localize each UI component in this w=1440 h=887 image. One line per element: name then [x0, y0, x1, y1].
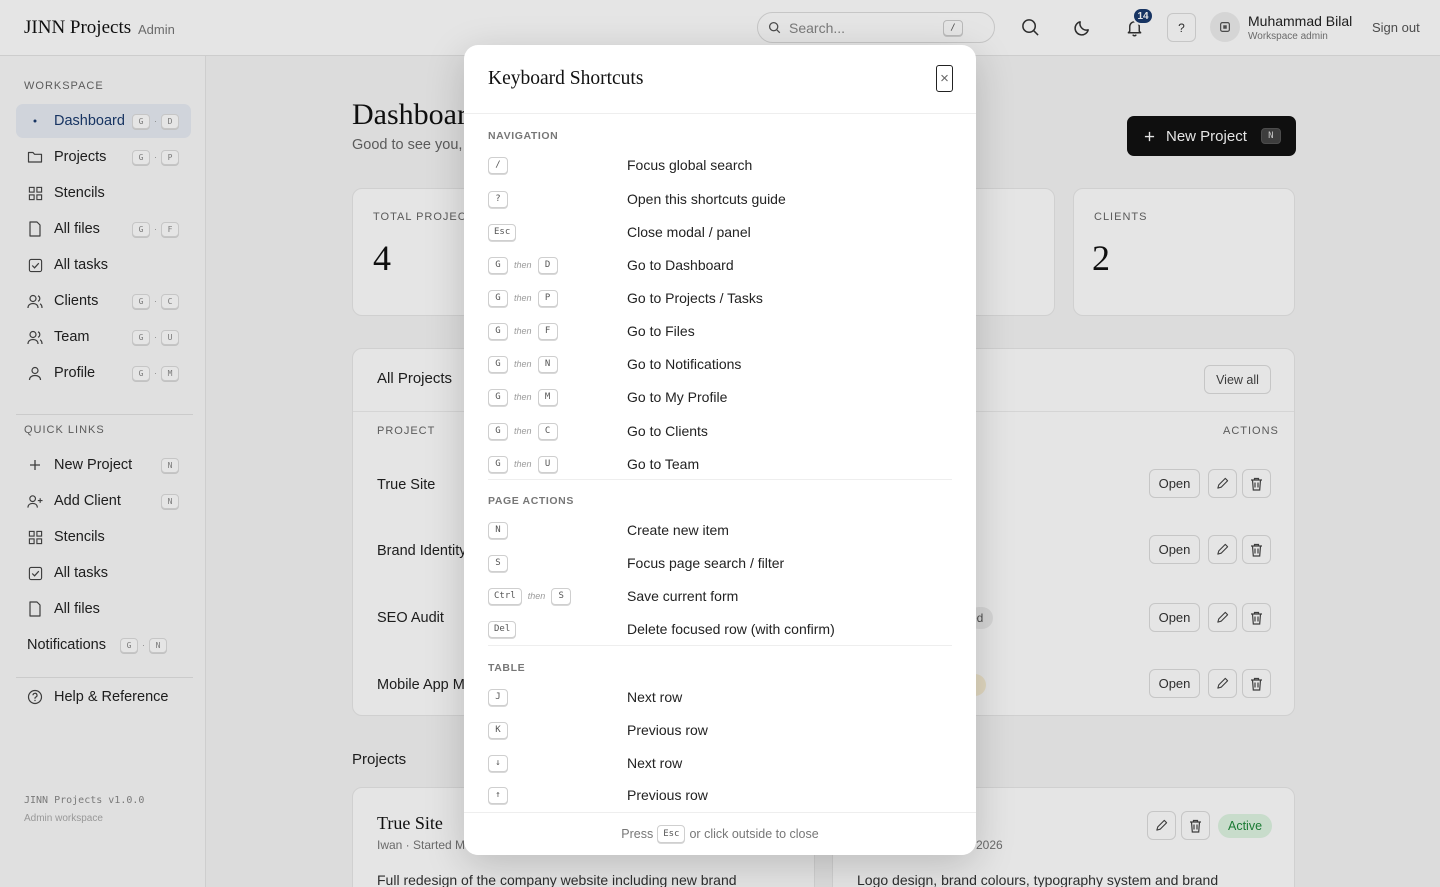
shortcut-row: / Focus global search — [488, 153, 952, 177]
section-divider — [488, 479, 952, 480]
modal-divider — [464, 113, 976, 114]
shortcut-description: Next row — [627, 689, 683, 705]
shortcut-key: ↑ — [488, 786, 508, 804]
shortcut-description: Focus page search / filter — [627, 555, 785, 571]
shortcut-row: Gthen D Go to Dashboard — [488, 253, 952, 277]
shortcut-row: N Create new item — [488, 518, 952, 542]
shortcut-key: N — [537, 355, 558, 373]
then-label: then — [514, 326, 532, 336]
shortcut-description: Go to Team — [627, 456, 700, 472]
shortcut-description: Go to Notifications — [627, 356, 742, 372]
shortcut-key: S — [488, 554, 508, 572]
then-label: then — [514, 459, 532, 469]
footer-text: or click outside to close — [689, 827, 819, 841]
shortcut-description: Go to Dashboard — [627, 257, 734, 273]
shortcut-row: Ctrl then S Save current form — [488, 584, 952, 608]
shortcut-key: Esc — [657, 825, 686, 843]
shortcut-row: ↑ Previous row — [488, 783, 952, 807]
shortcut-key: Del — [488, 620, 517, 638]
shortcut-key: G — [488, 256, 508, 274]
then-label: then — [514, 426, 532, 436]
shortcut-key: ↓ — [488, 754, 508, 772]
shortcut-key: G — [488, 322, 508, 340]
shortcut-key: G — [488, 455, 508, 473]
close-icon[interactable]: × — [936, 65, 953, 92]
shortcut-key: ? — [488, 190, 508, 208]
shortcut-key: Esc — [488, 223, 517, 241]
keyboard-shortcuts-modal: Keyboard Shortcuts × NAVIGATION / Focus … — [464, 45, 976, 855]
shortcut-row: Esc Close modal / panel — [488, 220, 952, 244]
shortcut-description: Go to My Profile — [627, 389, 728, 405]
shortcut-description: Go to Clients — [627, 423, 708, 439]
footer-text: Press — [621, 827, 654, 841]
shortcut-key: G — [488, 388, 508, 406]
shortcut-key: Ctrl — [488, 587, 522, 605]
shortcut-description: Open this shortcuts guide — [627, 191, 786, 207]
shortcut-row: S Focus page search / filter — [488, 551, 952, 575]
shortcut-key: S — [551, 587, 572, 605]
shortcut-description: Delete focused row (with confirm) — [627, 621, 835, 637]
then-label: then — [514, 293, 532, 303]
shortcut-key: F — [537, 322, 558, 340]
shortcut-description: Previous row — [627, 722, 708, 738]
shortcut-row: Gthen M Go to My Profile — [488, 385, 952, 409]
shortcut-description: Save current form — [627, 588, 739, 604]
shortcut-key: G — [488, 355, 508, 373]
shortcut-description: Go to Files — [627, 323, 695, 339]
shortcut-key: U — [537, 455, 558, 473]
shortcut-key: G — [488, 289, 508, 307]
shortcut-row: Gthen F Go to Files — [488, 319, 952, 343]
shortcut-description: Previous row — [627, 787, 708, 803]
shortcut-row: Gthen P Go to Projects / Tasks — [488, 286, 952, 310]
shortcut-row: Del Delete focused row (with confirm) — [488, 617, 952, 641]
shortcut-description: Create new item — [627, 522, 729, 538]
shortcut-description: Next row — [627, 755, 683, 771]
modal-title: Keyboard Shortcuts — [488, 68, 644, 89]
shortcut-row: Gthen U Go to Team — [488, 452, 952, 476]
shortcut-row: Gthen C Go to Clients — [488, 419, 952, 443]
section-label: NAVIGATION — [488, 130, 559, 142]
shortcut-key: N — [488, 521, 508, 539]
shortcut-key: M — [537, 388, 558, 406]
shortcut-key: P — [537, 289, 558, 307]
shortcut-key: K — [488, 721, 508, 739]
shortcut-row: K Previous row — [488, 718, 952, 742]
then-label: then — [514, 260, 532, 270]
shortcut-key: / — [488, 156, 508, 174]
shortcut-row: ↓ Next row — [488, 751, 952, 775]
shortcut-row: Gthen N Go to Notifications — [488, 352, 952, 376]
shortcut-description: Focus global search — [627, 157, 753, 173]
shortcut-key: G — [488, 422, 508, 440]
shortcut-key: D — [537, 256, 558, 274]
section-label: TABLE — [488, 662, 526, 674]
then-label: then — [514, 392, 532, 402]
then-label: then — [527, 591, 546, 601]
section-label: PAGE ACTIONS — [488, 495, 574, 507]
shortcut-row: J Next row — [488, 685, 952, 709]
section-divider — [488, 645, 952, 646]
shortcut-key: C — [537, 422, 558, 440]
shortcut-description: Go to Projects / Tasks — [627, 290, 763, 306]
shortcut-description: Close modal / panel — [627, 224, 751, 240]
shortcut-row: ? Open this shortcuts guide — [488, 187, 952, 211]
shortcut-key: J — [488, 688, 508, 706]
then-label: then — [514, 359, 532, 369]
modal-footer: Press Esc or click outside to close — [464, 812, 976, 855]
